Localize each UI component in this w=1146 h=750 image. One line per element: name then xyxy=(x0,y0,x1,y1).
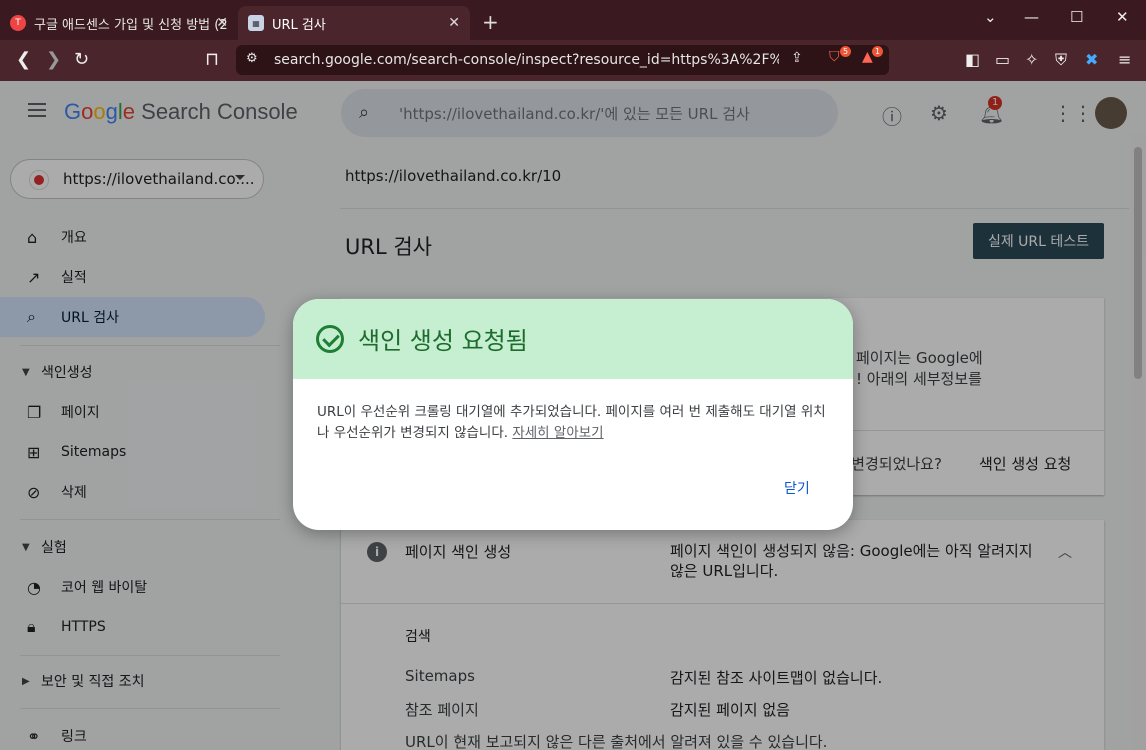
wallet-icon[interactable]: ▭ xyxy=(995,50,1010,69)
window-close-icon[interactable]: ✕ xyxy=(1116,8,1129,26)
leo-ai-icon[interactable]: ✧ xyxy=(1025,50,1038,69)
tab-list-chevron-icon[interactable]: ⌄ xyxy=(984,8,997,26)
sidebar-toggle-icon[interactable]: ◧ xyxy=(965,50,980,69)
menu-icon[interactable]: ≡ xyxy=(1118,50,1131,69)
minimize-icon[interactable]: — xyxy=(1024,8,1039,26)
url-text: search.google.com/search-console/inspect… xyxy=(274,52,779,68)
learn-more-link[interactable]: 자세히 알아보기 xyxy=(512,425,603,441)
browser-tab-active[interactable]: ▦ URL 검사 ✕ xyxy=(238,6,470,40)
vpn-icon[interactable]: ⛨ xyxy=(1055,50,1067,70)
forward-icon[interactable]: ❯ xyxy=(46,49,61,70)
tab-title: URL 검사 xyxy=(272,17,326,33)
browser-tab[interactable]: T 구글 애드센스 가입 및 신청 방법 (2 ✕ xyxy=(0,6,238,40)
address-bar-row: ❮ ❯ ↻ ⊓ ⚙ search.google.com/search-conso… xyxy=(0,40,1146,81)
browser-titlebar: T 구글 애드센스 가입 및 신청 방법 (2 ✕ ▦ URL 검사 ✕ + ⌄… xyxy=(0,0,1146,40)
bookmark-icon[interactable]: ⊓ xyxy=(205,49,219,70)
new-tab-icon[interactable]: + xyxy=(482,10,499,34)
dialog-header: 색인 생성 요청됨 xyxy=(293,299,853,379)
back-icon[interactable]: ❮ xyxy=(16,49,31,70)
brave-badge: 5 xyxy=(840,46,852,57)
url-field[interactable]: ⚙ search.google.com/search-console/inspe… xyxy=(236,45,889,75)
site-favicon-icon: T xyxy=(10,15,26,31)
close-icon[interactable]: ✕ xyxy=(216,15,228,31)
dialog-body: URL이 우선순위 크롤링 대기열에 추가되었습니다. 페이지를 여러 번 제출… xyxy=(317,402,829,444)
tab-title: 구글 애드센스 가입 및 신청 방법 (2 xyxy=(34,17,228,33)
brave-shields-icon[interactable]: ⛉ xyxy=(829,49,840,65)
dialog-title: 색인 생성 요청됨 xyxy=(358,327,528,355)
site-info-icon[interactable]: ⚙ xyxy=(246,51,258,66)
alert-badge: 1 xyxy=(872,46,884,57)
dialog-close-button[interactable]: 닫기 xyxy=(784,478,810,498)
indexing-requested-dialog: 색인 생성 요청됨 URL이 우선순위 크롤링 대기열에 추가되었습니다. 페이… xyxy=(293,299,853,530)
extension-icon[interactable]: ✖ xyxy=(1085,50,1098,69)
maximize-icon[interactable]: ☐ xyxy=(1070,8,1083,26)
share-icon[interactable]: ⇪ xyxy=(791,50,803,66)
check-circle-icon xyxy=(316,325,344,353)
search-console-favicon-icon: ▦ xyxy=(248,15,264,31)
close-icon[interactable]: ✕ xyxy=(448,15,460,31)
reload-icon[interactable]: ↻ xyxy=(74,49,89,70)
